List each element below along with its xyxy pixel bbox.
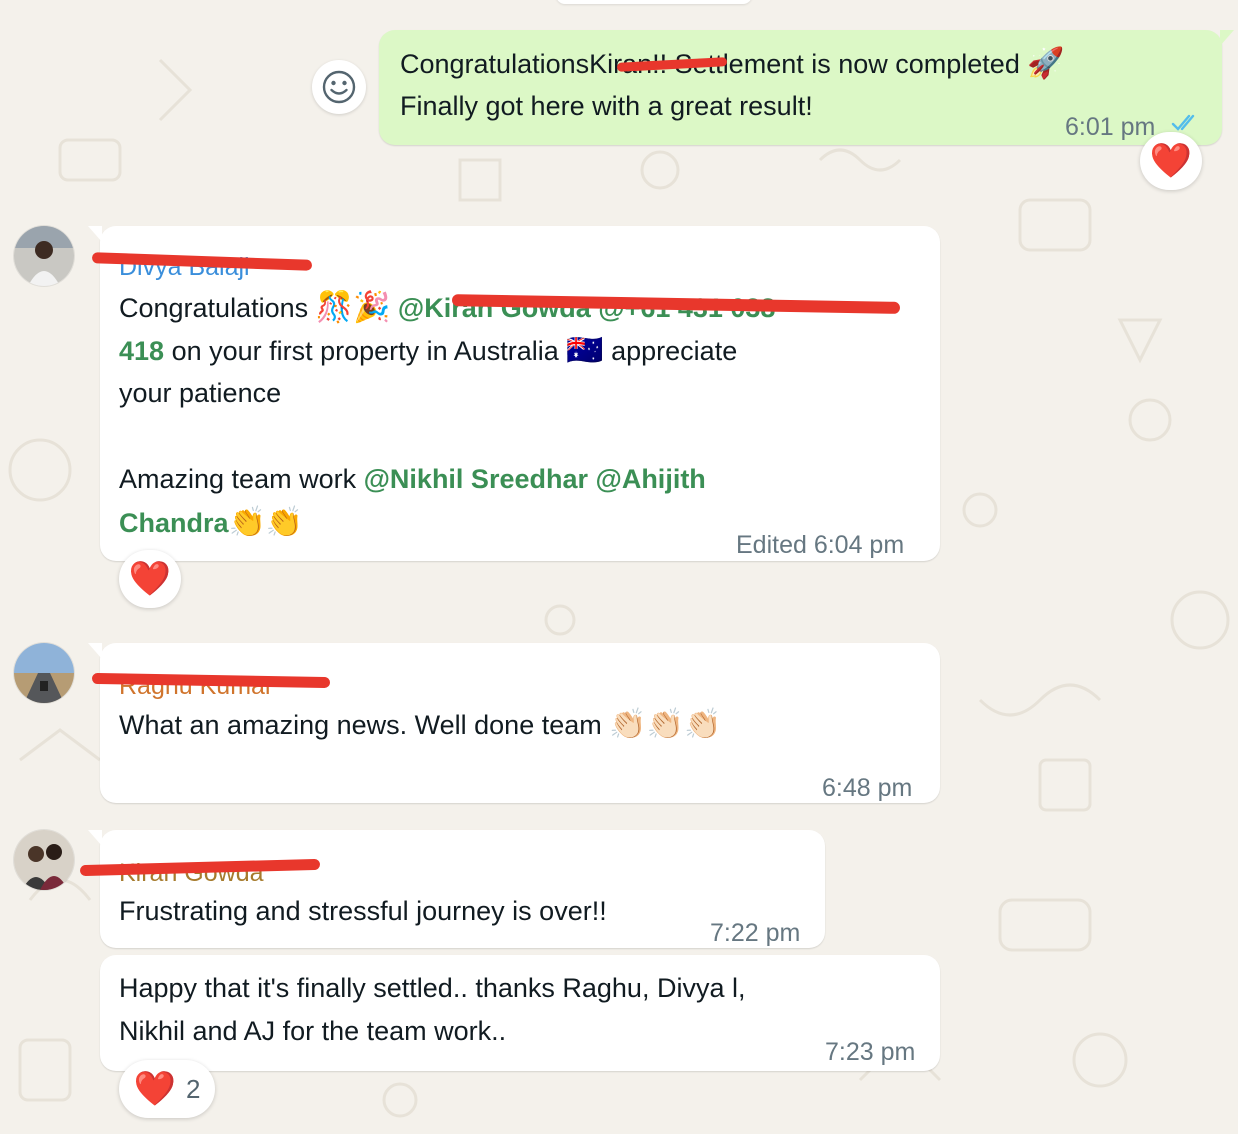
bubble-tail xyxy=(1220,30,1234,46)
message-reaction[interactable]: ❤️ 2 xyxy=(119,1060,215,1118)
bubble-tail xyxy=(88,830,102,846)
clap-emoji: 👏👏 xyxy=(228,506,304,539)
message-time: Edited 6:04 pm xyxy=(736,531,905,559)
message-time: 7:22 pm xyxy=(710,919,801,947)
incoming-message[interactable]: Kiran Gowda Frustrating and stressful jo… xyxy=(79,830,825,948)
avatar-woman-icon xyxy=(14,226,74,286)
outgoing-message[interactable]: CongratulationsKiran!! Settlement is now… xyxy=(379,30,1234,145)
message-line: CongratulationsKiran!! Settlement is now… xyxy=(400,42,1065,86)
double-check-read-icon xyxy=(1171,114,1195,131)
avatar-couple-icon xyxy=(14,830,74,890)
incoming-message[interactable]: Raghu Kumar What an amazing news. Well d… xyxy=(88,643,940,803)
bubble-tail xyxy=(88,643,102,659)
heart-reaction-emoji: ❤️ xyxy=(128,560,172,598)
message-time: 6:01 pm xyxy=(1065,106,1155,149)
incoming-message[interactable]: Happy that it's finally settled.. thanks… xyxy=(100,955,940,1071)
message-text: Congratulations xyxy=(119,293,309,323)
incoming-message[interactable]: Divya Balaji Congratulations 🎊🎉 @Kiran G… xyxy=(88,226,940,561)
message-line: 418 on your first property in Australia … xyxy=(119,329,737,373)
avatar-road-icon xyxy=(14,643,74,703)
message-line: Frustrating and stressful journey is ove… xyxy=(119,896,607,926)
message-line: Amazing team work @Nikhil Sreedhar @Ahij… xyxy=(119,458,706,501)
message-line: Chandra👏👏 xyxy=(119,501,303,545)
message-line: Finally got here with a great result! xyxy=(400,91,813,121)
avatar[interactable] xyxy=(14,643,74,703)
time-label: 6:01 pm xyxy=(1065,113,1156,141)
smiley-icon xyxy=(322,70,356,104)
previous-message-edge xyxy=(556,0,752,4)
mention[interactable]: @Nikhil Sreedhar @Ahijith xyxy=(364,464,706,494)
mention[interactable]: 418 xyxy=(119,336,164,366)
avatar[interactable] xyxy=(14,830,74,890)
bubble-tail xyxy=(88,226,102,242)
rocket-emoji: 🚀 xyxy=(1027,47,1065,80)
message-text: appreciate xyxy=(603,336,738,366)
message-text: What an amazing news. Well done team xyxy=(119,710,602,740)
message-time: 7:23 pm xyxy=(825,1038,916,1066)
message-line: Nikhil and AJ for the team work.. xyxy=(119,1016,507,1046)
message-text: Congratulations xyxy=(400,49,590,79)
emoji-reaction-button[interactable] xyxy=(312,60,366,114)
avatar[interactable] xyxy=(14,226,74,286)
reaction-count: 2 xyxy=(185,1073,201,1104)
party-emoji: 🎊🎉 xyxy=(315,291,391,324)
message-text: on your first property in Australia xyxy=(164,336,559,366)
message-line: What an amazing news. Well done team 👏🏻👏… xyxy=(119,703,721,747)
heart-reaction-emoji: ❤️ xyxy=(133,1070,176,1108)
message-time: 6:48 pm xyxy=(822,774,913,802)
mention[interactable]: Chandra xyxy=(119,508,229,538)
message-line: Happy that it's finally settled.. thanks… xyxy=(119,973,746,1003)
clap-emoji: 👏🏻👏🏻👏🏻 xyxy=(609,708,722,741)
message-text: Amazing team work xyxy=(119,464,364,494)
message-reaction[interactable]: ❤️ xyxy=(119,550,181,608)
message-line: your patience xyxy=(119,378,282,408)
heart-reaction-emoji: ❤️ xyxy=(1149,142,1193,180)
australia-flag-emoji: 🇦🇺 xyxy=(566,334,604,367)
message-reaction[interactable]: ❤️ xyxy=(1140,132,1202,190)
